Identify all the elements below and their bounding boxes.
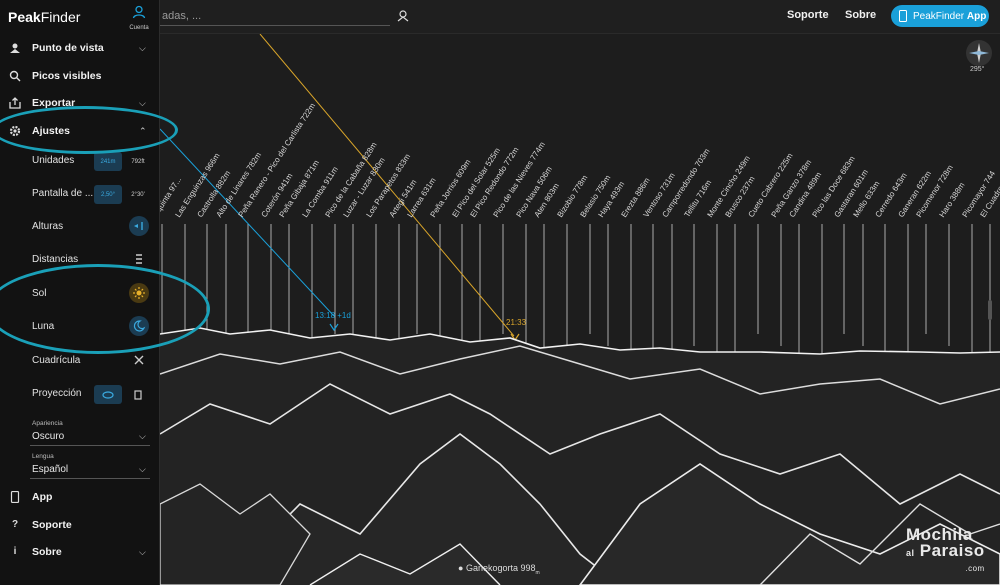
setting-label: Cuadrícula (32, 355, 81, 366)
account-label: Cuenta (129, 25, 149, 31)
info-icon: i (13, 546, 17, 557)
heights-toggle[interactable] (129, 216, 149, 236)
menu-label: Soporte (32, 519, 72, 531)
appearance-label: Apariencia (32, 420, 63, 427)
language-underline (30, 478, 150, 479)
search-icon (9, 70, 21, 82)
app-button-prefix: PeakFinder (913, 10, 965, 22)
projection-cylinder-icon (102, 390, 114, 399)
setting-label: Proyección (32, 388, 82, 399)
moon-time-label: 21:33 (506, 318, 527, 327)
units-imperial-option[interactable]: 792ft (126, 152, 150, 171)
projection-cylindrical-option[interactable] (94, 385, 122, 404)
compass-heading: 295° (970, 66, 985, 73)
setting-alturas[interactable]: Alturas (0, 211, 160, 244)
menu-label: Picos visibles (32, 70, 102, 82)
about-link[interactable]: Sobre (845, 9, 876, 21)
language-select[interactable]: Español (32, 464, 68, 475)
chevron-down-icon: ⌵ (139, 546, 146, 557)
chevron-down-icon: ⌵ (139, 464, 146, 474)
display-dms-option[interactable]: 2°30' (126, 185, 150, 204)
scroll-indicator[interactable] (988, 300, 992, 320)
compass-button[interactable] (966, 40, 992, 66)
appearance-select[interactable]: Oscuro (32, 431, 64, 442)
menu-label: Punto de vista (32, 42, 104, 54)
language-label: Lengua (32, 453, 54, 460)
menu-sobre[interactable]: i Sobre ⌵ (0, 538, 160, 566)
setting-label: Alturas (32, 221, 64, 232)
panorama-graphic (160, 34, 1000, 585)
panorama-view[interactable]: ...quinta 97... Las Enguinzas 966m Castrol… (150, 34, 1000, 585)
viewpoint-unit: m (535, 569, 540, 576)
peakfinder-app: ...quinta 97... Las Enguinzas 966m Castrol… (0, 0, 1000, 585)
menu-label: Sobre (32, 546, 62, 558)
viewpoint-name: Ganekogorta 998 (465, 563, 536, 573)
top-bar: adas, ... Soporte Sobre PeakFinder App (160, 0, 1000, 34)
viewpoint-icon (10, 43, 20, 53)
support-link[interactable]: Soporte (787, 9, 829, 21)
chevron-down-icon: ⌵ (139, 42, 146, 53)
export-icon (9, 97, 21, 109)
appearance-underline (30, 445, 150, 446)
projection-flat-icon (134, 389, 142, 400)
setting-pantalla: Pantalla de ... 2,50° 2°30' (0, 178, 160, 211)
units-metric-option[interactable]: 241m (94, 152, 122, 171)
menu-punto-de-vista[interactable]: Punto de vista ⌵ (0, 34, 160, 62)
brand-bold: Peak (8, 9, 41, 25)
setting-label: Pantalla de ... (32, 188, 94, 199)
menu-app[interactable]: App (0, 483, 160, 511)
brand-logo: PeakFinder (8, 9, 80, 25)
compass-icon (969, 43, 989, 63)
account-button[interactable]: Cuenta (126, 5, 152, 31)
phone-icon (899, 10, 907, 22)
question-icon: ? (11, 519, 19, 530)
projection-flat-option[interactable] (126, 385, 150, 404)
menu-label: App (32, 491, 53, 503)
heights-icon (134, 222, 143, 230)
user-icon (132, 5, 146, 19)
viewpoint-location: ● Ganekogorta 998m (458, 563, 540, 576)
setting-label: Distancias (32, 254, 79, 265)
setting-proyeccion: Proyección (0, 378, 160, 411)
brand-rest: Finder (40, 9, 81, 25)
grid-icon (134, 355, 144, 365)
chevron-down-icon: ⌵ (139, 431, 146, 441)
menu-soporte[interactable]: ? Soporte (0, 511, 160, 539)
peakfinder-app-button[interactable]: PeakFinder App (891, 5, 989, 27)
phone-icon (10, 491, 20, 503)
locate-icon[interactable] (396, 8, 410, 22)
display-decimal-option[interactable]: 2,50° (94, 185, 122, 204)
grid-toggle[interactable] (129, 350, 149, 370)
app-button-bold: App (966, 10, 987, 22)
chevron-down-icon: ⌵ (139, 97, 146, 108)
annotation-ellipse-ajustes (0, 106, 178, 154)
sun-time-label: 13:18 +1d (315, 311, 351, 320)
search-input[interactable]: adas, ... (160, 6, 390, 26)
setting-label: Unidades (32, 155, 75, 166)
pin-icon: ● (458, 563, 464, 573)
watermark-logo: Mochila al Paraiso .com (906, 525, 985, 573)
menu-picos-visibles[interactable]: Picos visibles (0, 62, 160, 90)
